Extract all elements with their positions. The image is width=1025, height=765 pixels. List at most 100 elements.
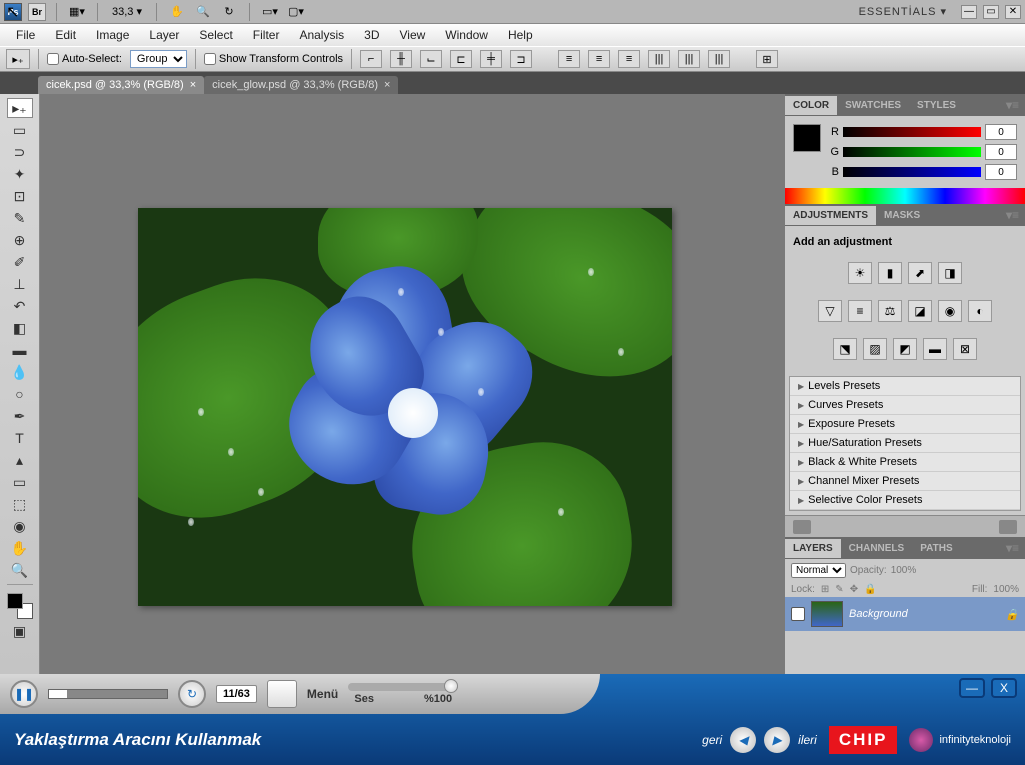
menu-analysis[interactable]: Analysis bbox=[289, 25, 354, 45]
zoom-tool-icon[interactable]: 🔍 bbox=[193, 3, 213, 21]
blend-mode[interactable]: Normal bbox=[791, 563, 846, 578]
auto-align-icon[interactable]: ⊞ bbox=[756, 50, 778, 68]
levels-icon[interactable]: ▮ bbox=[878, 262, 902, 284]
tab-close-icon[interactable]: × bbox=[190, 79, 196, 91]
preset-exposure[interactable]: Exposure Presets bbox=[790, 415, 1020, 434]
close-button[interactable]: ✕ bbox=[1005, 5, 1021, 19]
zoom-value[interactable]: 33,3 ▾ bbox=[108, 5, 146, 18]
workspace-switcher[interactable]: ESSENTİALS ▾ bbox=[851, 3, 955, 20]
move-tool-icon[interactable]: ▸₊ bbox=[6, 49, 30, 69]
type-tool[interactable]: T bbox=[7, 428, 33, 448]
layer-background[interactable]: Background 🔒 bbox=[785, 597, 1025, 631]
tab-masks[interactable]: MASKS bbox=[876, 206, 928, 225]
menu-filter[interactable]: Filter bbox=[243, 25, 290, 45]
quick-select-tool[interactable]: ✦ bbox=[7, 164, 33, 184]
zoom-tool[interactable]: 🔍 bbox=[7, 560, 33, 580]
doc-tab-2[interactable]: cicek_glow.psd @ 33,3% (RGB/8)× bbox=[204, 76, 398, 94]
menu-select[interactable]: Select bbox=[189, 25, 242, 45]
quickmask-icon[interactable]: ▣ bbox=[7, 621, 33, 641]
canvas-area[interactable] bbox=[40, 94, 785, 674]
marquee-tool[interactable]: ▭ bbox=[7, 120, 33, 140]
pause-button[interactable]: ❚❚ bbox=[10, 680, 38, 708]
hand-tool[interactable]: ✋ bbox=[7, 538, 33, 558]
player-close-button[interactable]: X bbox=[991, 678, 1017, 698]
align-hcenter-icon[interactable]: ╪ bbox=[480, 50, 502, 68]
threshold-icon[interactable]: ◩ bbox=[893, 338, 917, 360]
panel-menu-icon[interactable]: ▾≡ bbox=[1000, 541, 1025, 555]
adj-clip-icon[interactable] bbox=[793, 520, 811, 534]
menu-help[interactable]: Help bbox=[498, 25, 543, 45]
tab-paths[interactable]: PATHS bbox=[912, 539, 960, 558]
path-select-tool[interactable]: ▴ bbox=[7, 450, 33, 470]
hand-tool-icon[interactable]: ✋ bbox=[167, 3, 187, 21]
dist-left-icon[interactable]: ||| bbox=[648, 50, 670, 68]
posterize-icon[interactable]: ▨ bbox=[863, 338, 887, 360]
lock-pos-icon[interactable]: ✥ bbox=[850, 584, 858, 595]
menu-button[interactable] bbox=[267, 680, 297, 708]
foreground-color[interactable] bbox=[793, 124, 821, 152]
auto-select-target[interactable]: Group bbox=[130, 50, 187, 68]
blur-tool[interactable]: 💧 bbox=[7, 362, 33, 382]
preset-selective[interactable]: Selective Color Presets bbox=[790, 491, 1020, 510]
dist-bottom-icon[interactable]: ≡ bbox=[618, 50, 640, 68]
align-vcenter-icon[interactable]: ╫ bbox=[390, 50, 412, 68]
brightness-icon[interactable]: ☀ bbox=[848, 262, 872, 284]
player-minimize-button[interactable]: — bbox=[959, 678, 985, 698]
crop-tool[interactable]: ⊡ bbox=[7, 186, 33, 206]
b-value[interactable] bbox=[985, 164, 1017, 180]
preset-bw[interactable]: Black & White Presets bbox=[790, 453, 1020, 472]
balance-icon[interactable]: ⚖ bbox=[878, 300, 902, 322]
r-slider[interactable] bbox=[843, 127, 981, 137]
tab-close-icon[interactable]: × bbox=[384, 79, 390, 91]
volume-slider[interactable] bbox=[348, 683, 458, 691]
prev-button[interactable]: ◀ bbox=[730, 727, 756, 753]
menu-3d[interactable]: 3D bbox=[354, 25, 389, 45]
show-transform-check[interactable]: Show Transform Controls bbox=[204, 53, 343, 65]
adj-trash-icon[interactable] bbox=[999, 520, 1017, 534]
tab-styles[interactable]: STYLES bbox=[909, 96, 964, 115]
menu-file[interactable]: File bbox=[6, 25, 45, 45]
dist-hcenter-icon[interactable]: ||| bbox=[678, 50, 700, 68]
align-bottom-icon[interactable]: ⌙ bbox=[420, 50, 442, 68]
menu-edit[interactable]: Edit bbox=[45, 25, 86, 45]
preset-hue[interactable]: Hue/Saturation Presets bbox=[790, 434, 1020, 453]
channel-mixer-icon[interactable]: ◐ bbox=[968, 300, 992, 322]
replay-button[interactable]: ↻ bbox=[178, 680, 206, 708]
screen-mode-icon[interactable]: ▭▾ bbox=[260, 3, 280, 21]
align-left-icon[interactable]: ⊏ bbox=[450, 50, 472, 68]
vibrance-icon[interactable]: ▽ bbox=[818, 300, 842, 322]
tab-color[interactable]: COLOR bbox=[785, 96, 837, 115]
progress-bar[interactable] bbox=[48, 689, 168, 699]
r-value[interactable] bbox=[985, 124, 1017, 140]
restore-button[interactable]: ▭ bbox=[983, 5, 999, 19]
ps-app-icon[interactable]: Ps bbox=[4, 3, 22, 21]
lock-all-icon[interactable]: 🔒 bbox=[864, 584, 876, 595]
gradient-tool[interactable]: ▬ bbox=[7, 340, 33, 360]
stamp-tool[interactable]: ⊥ bbox=[7, 274, 33, 294]
menu-image[interactable]: Image bbox=[86, 25, 139, 45]
panel-menu-icon[interactable]: ▾≡ bbox=[1000, 208, 1025, 222]
dist-right-icon[interactable]: ||| bbox=[708, 50, 730, 68]
3d-tool[interactable]: ⬚ bbox=[7, 494, 33, 514]
align-right-icon[interactable]: ⊐ bbox=[510, 50, 532, 68]
next-button[interactable]: ▶ bbox=[764, 727, 790, 753]
color-spectrum[interactable] bbox=[785, 188, 1025, 204]
layer-name[interactable]: Background bbox=[849, 608, 908, 620]
bw-icon[interactable]: ◪ bbox=[908, 300, 932, 322]
tab-adjustments[interactable]: ADJUSTMENTS bbox=[785, 206, 876, 225]
layer-thumbnail[interactable] bbox=[811, 601, 843, 627]
curves-icon[interactable]: ⬈ bbox=[908, 262, 932, 284]
menu-layer[interactable]: Layer bbox=[139, 25, 189, 45]
opacity-value[interactable]: 100% bbox=[891, 565, 917, 576]
doc-tab-1[interactable]: cicek.psd @ 33,3% (RGB/8)× bbox=[38, 76, 204, 94]
color-swap[interactable] bbox=[7, 593, 33, 619]
bridge-icon[interactable]: Br bbox=[28, 3, 46, 21]
preset-levels[interactable]: Levels Presets bbox=[790, 377, 1020, 396]
tab-layers[interactable]: LAYERS bbox=[785, 539, 841, 558]
tab-swatches[interactable]: SWATCHES bbox=[837, 96, 909, 115]
menu-view[interactable]: View bbox=[389, 25, 435, 45]
selective-color-icon[interactable]: ⊠ bbox=[953, 338, 977, 360]
auto-select-check[interactable]: Auto-Select: bbox=[47, 53, 122, 65]
invert-icon[interactable]: ⬔ bbox=[833, 338, 857, 360]
tab-channels[interactable]: CHANNELS bbox=[841, 539, 913, 558]
